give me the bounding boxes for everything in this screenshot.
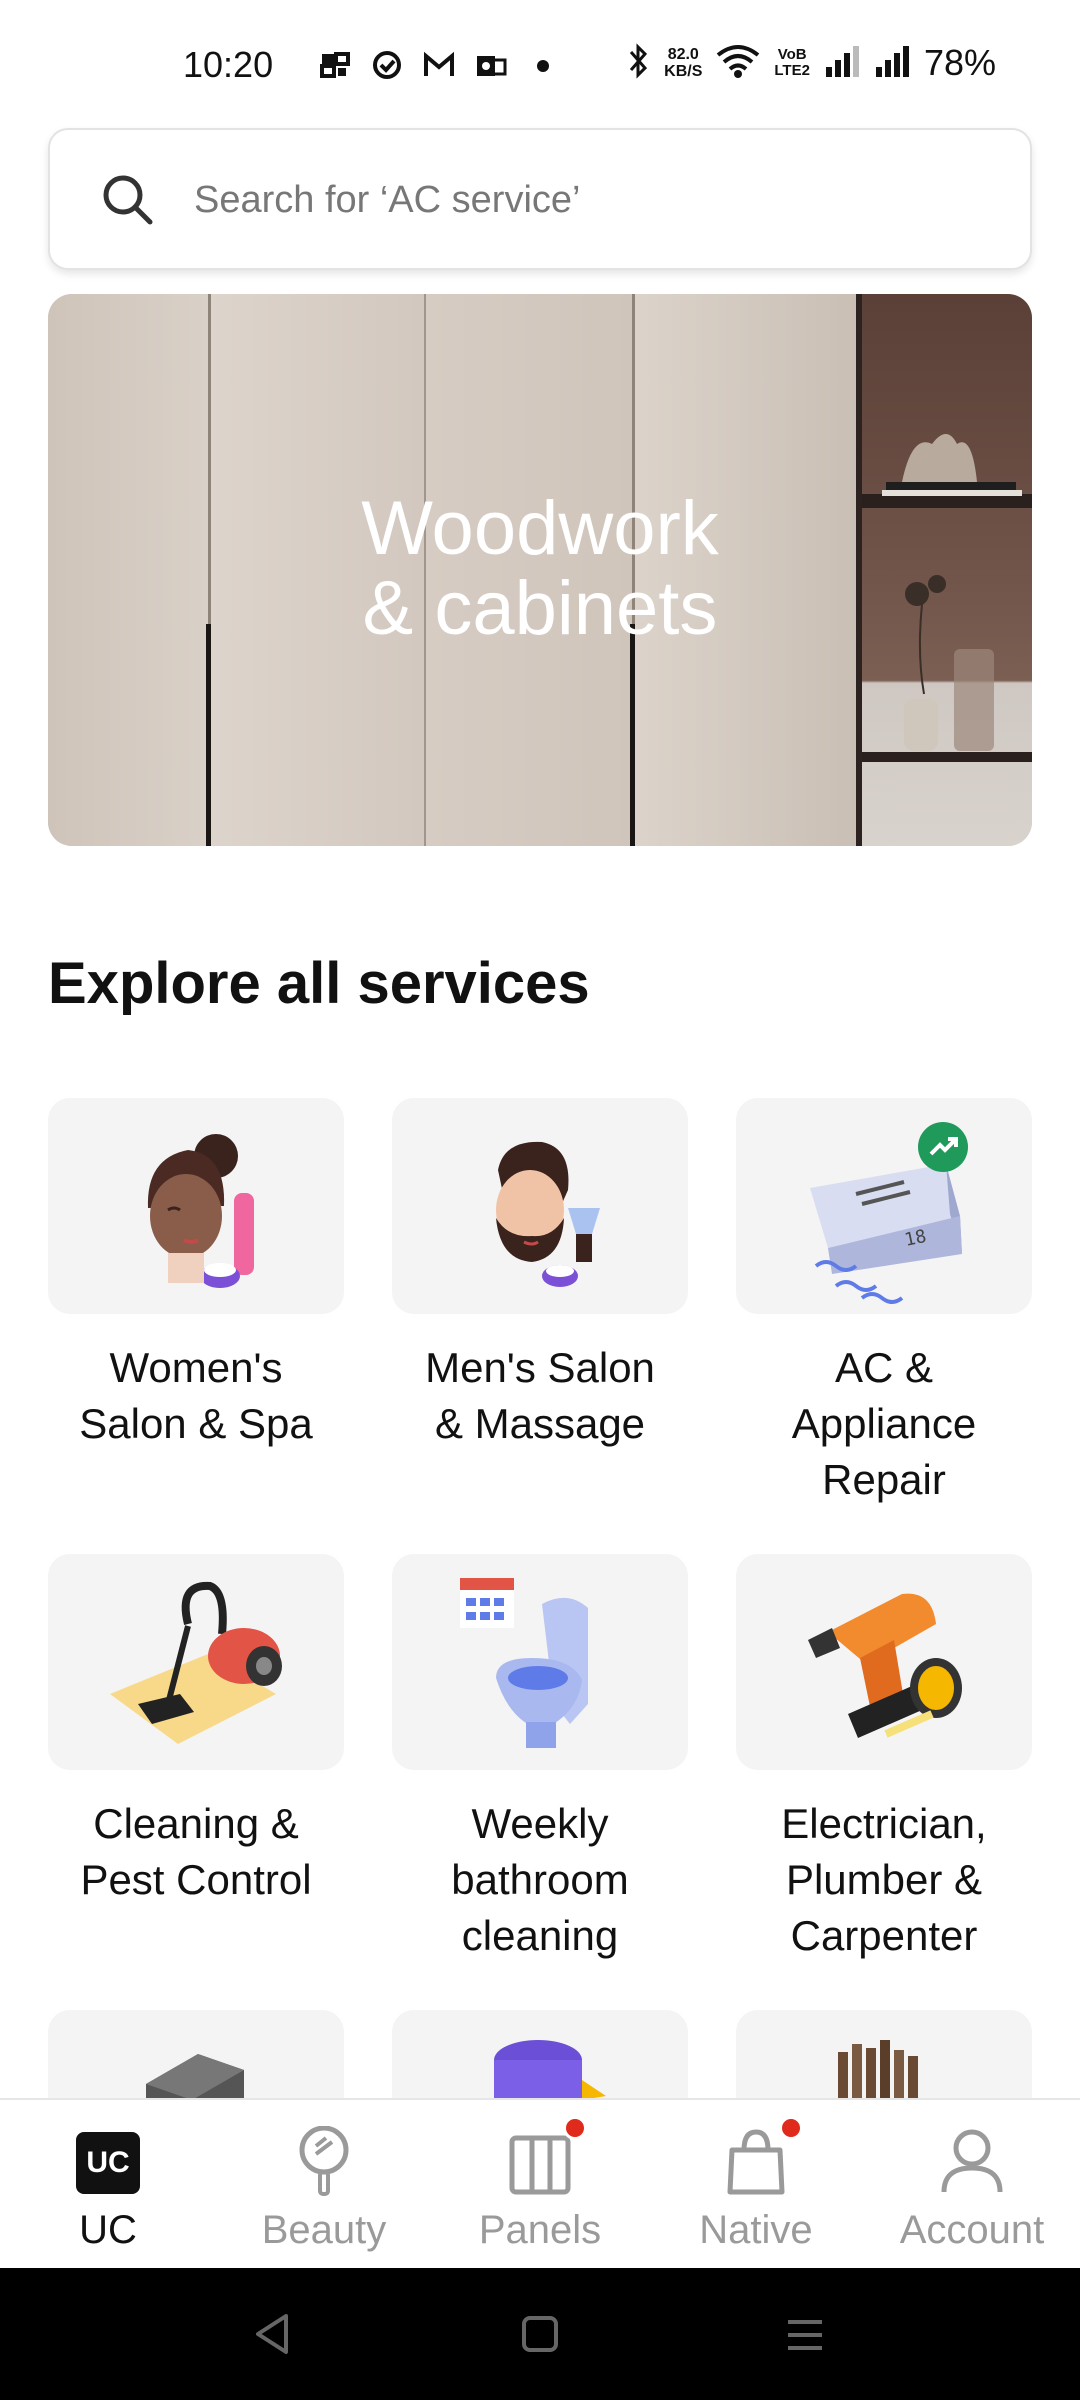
service-cleaning[interactable]: Cleaning & Pest Control <box>48 1554 344 1908</box>
service-label: Weekly bathroom cleaning <box>392 1796 688 1964</box>
signal-strength-icon-1 <box>824 45 860 82</box>
service-ac-repair[interactable]: 18 AC & Appliance Repair <box>736 1098 1032 1508</box>
wifi-icon <box>716 43 760 84</box>
nav-item-uc[interactable]: UC UC <box>0 2100 216 2270</box>
service-label-line: AC & <box>834 1344 934 1391</box>
ac-repair-icon: 18 <box>810 1164 962 1304</box>
network-speed: 82.0 KB/S <box>664 46 702 80</box>
service-label-line: Carpenter <box>790 1912 978 1959</box>
painting-icon <box>146 2054 244 2100</box>
panels-icon <box>508 2126 572 2196</box>
network-speed-value: 82.0 <box>667 46 699 63</box>
service-bathroom-cleaning[interactable]: Weekly bathroom cleaning <box>392 1554 688 1964</box>
mens-salon-icon <box>496 1141 600 1287</box>
service-label: Women's Salon & Spa <box>48 1340 344 1452</box>
status-time: 10:20 <box>183 44 274 85</box>
service-label: Men's Salon & Massage <box>392 1340 688 1452</box>
service-label-line: & Massage <box>434 1400 646 1447</box>
service-label: Cleaning & Pest Control <box>48 1796 344 1908</box>
banner-title: Woodwork & cabinets <box>48 489 1032 649</box>
trending-badge-icon <box>918 1122 968 1172</box>
service-tile <box>736 1554 1032 1770</box>
banner-title-line1: Woodwork <box>361 486 719 571</box>
bottom-navigation: UC UC Beauty Panels Native Account <box>0 2098 1080 2268</box>
network-speed-unit: KB/S <box>664 63 703 80</box>
home-icon[interactable] <box>520 2314 560 2359</box>
search-input[interactable] <box>194 172 974 228</box>
nav-label: Panels <box>478 2208 602 2252</box>
signal-strength-icon-2 <box>874 45 910 82</box>
uc-logo-text: UC <box>76 2132 140 2194</box>
service-tile <box>48 1098 344 1314</box>
nav-item-account[interactable]: Account <box>864 2100 1080 2270</box>
service-label-line: Salon & Spa <box>79 1400 313 1447</box>
nav-item-native[interactable]: Native <box>648 2100 864 2270</box>
service-label-line: Pest Control <box>80 1856 312 1903</box>
battery-level: 78% <box>923 42 996 83</box>
wood-panels-icon <box>838 2040 918 2100</box>
gmail-icon <box>422 48 456 82</box>
notification-badge-dot <box>563 2116 587 2140</box>
electrician-icon <box>808 1593 962 1738</box>
service-tile <box>48 1554 344 1770</box>
service-tile <box>392 1098 688 1314</box>
service-label-line: Men's Salon <box>425 1344 655 1391</box>
service-label-line: Weekly <box>471 1800 609 1847</box>
mirror-icon <box>292 2125 356 2196</box>
check-circle-icon <box>370 48 404 82</box>
service-electrician-plumber[interactable]: Electrician, Plumber & Carpenter <box>736 1554 1032 1964</box>
dot-icon <box>526 48 560 82</box>
volte-bottom: LTE2 <box>774 62 810 79</box>
service-tile <box>392 1554 688 1770</box>
paint-bucket-icon <box>494 2040 606 2100</box>
shopping-bag-icon <box>724 2126 788 2196</box>
account-icon <box>940 2126 1004 2196</box>
notification-badge-dot <box>779 2116 803 2140</box>
service-label-line: cleaning <box>461 1912 619 1959</box>
system-status-icons: 82.0 KB/S VoB LTE2 78% <box>626 42 996 84</box>
nav-item-beauty[interactable]: Beauty <box>216 2100 432 2270</box>
service-label-line: Repair <box>822 1456 946 1503</box>
notification-icons <box>318 48 560 82</box>
service-label: Electrician, Plumber & Carpenter <box>736 1796 1032 1964</box>
search-bar[interactable] <box>48 128 1032 270</box>
service-mens-salon[interactable]: Men's Salon & Massage <box>392 1098 688 1452</box>
service-label-line: Plumber & <box>785 1856 983 1903</box>
service-label-line: bathroom <box>451 1856 629 1903</box>
explore-section-title: Explore all services <box>48 951 590 1016</box>
nav-label: Beauty <box>261 2208 387 2252</box>
service-label: AC & Appliance Repair <box>736 1340 1032 1508</box>
service-label-line: Appliance <box>791 1400 977 1447</box>
notification-app-icon <box>318 48 352 82</box>
recent-apps-icon[interactable] <box>784 2316 826 2359</box>
outlook-icon <box>474 48 508 82</box>
volte-indicator: VoB LTE2 <box>774 47 810 79</box>
service-womens-salon[interactable]: Women's Salon & Spa <box>48 1098 344 1452</box>
bathroom-icon <box>460 1578 588 1748</box>
nav-label: UC <box>79 2208 137 2252</box>
status-bar: 10:20 82.0 KB/S VoB LTE2 78% <box>0 0 1080 130</box>
nav-item-panels[interactable]: Panels <box>432 2100 648 2270</box>
svg-text:18: 18 <box>903 1226 929 1251</box>
cleaning-icon <box>110 1581 282 1744</box>
promo-banner[interactable]: Woodwork & cabinets <box>48 294 1032 846</box>
womens-salon-icon <box>147 1134 254 1288</box>
nav-label: Native <box>699 2208 813 2252</box>
search-icon <box>100 172 156 233</box>
service-tile: 18 <box>736 1098 1032 1314</box>
system-navigation-bar <box>0 2268 1080 2400</box>
uc-logo-icon: UC <box>76 2126 140 2196</box>
service-label-line: Electrician, <box>781 1800 987 1847</box>
bluetooth-icon <box>626 42 650 84</box>
banner-title-line2: & cabinets <box>362 566 718 651</box>
volte-top: VoB <box>777 46 807 63</box>
service-label-line: Women's <box>109 1344 283 1391</box>
service-label-line: Cleaning & <box>93 1800 299 1847</box>
nav-label: Account <box>899 2208 1045 2252</box>
back-icon[interactable] <box>252 2312 292 2361</box>
